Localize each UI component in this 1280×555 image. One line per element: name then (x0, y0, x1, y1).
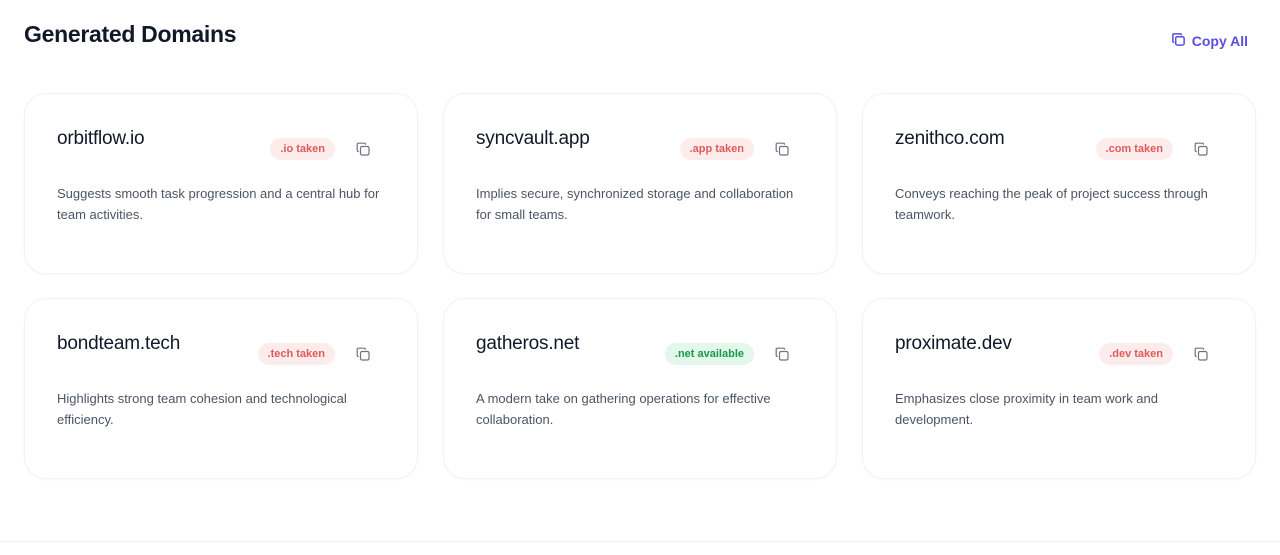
domain-description: A modern take on gathering operations fo… (476, 391, 771, 427)
domain-description: Conveys reaching the peak of project suc… (895, 186, 1208, 222)
domain-card: bondteam.tech .tech taken Highlights str… (24, 298, 418, 479)
copy-domain-button[interactable] (1193, 346, 1209, 362)
copy-icon (1171, 32, 1186, 50)
copy-all-button[interactable]: Copy All (1171, 32, 1248, 50)
domain-card: orbitflow.io .io taken Suggests smooth t… (24, 93, 418, 274)
domain-description: Emphasizes close proximity in team work … (895, 391, 1158, 427)
header: Generated Domains Copy All (24, 20, 1248, 60)
domain-name: orbitflow.io (57, 128, 145, 149)
domain-card: proximate.dev .dev taken Emphasizes clos… (862, 298, 1256, 479)
domain-name: proximate.dev (895, 333, 1012, 354)
copy-icon (1194, 142, 1208, 156)
status-badge: .app taken (679, 138, 754, 160)
status-badge: .tech taken (257, 343, 335, 365)
copy-icon (775, 142, 789, 156)
divider (0, 541, 1280, 542)
domain-card: gatheros.net .net available A modern tak… (443, 298, 837, 479)
domain-description: Implies secure, synchronized storage and… (476, 186, 794, 222)
domain-card: syncvault.app .app taken Implies secure,… (443, 93, 837, 274)
status-badge: .net available (664, 343, 754, 365)
domain-name: gatheros.net (476, 333, 580, 354)
domain-card: zenithco.com .com taken Conveys reaching… (862, 93, 1256, 274)
domain-description: Highlights strong team cohesion and tech… (57, 391, 347, 427)
page-title: Generated Domains (24, 21, 237, 47)
copy-icon (356, 347, 370, 361)
generated-domains-page: Generated Domains Copy All orbitflow.io … (0, 0, 1280, 555)
status-badge: .dev taken (1099, 343, 1173, 365)
copy-domain-button[interactable] (355, 346, 371, 362)
domain-grid: orbitflow.io .io taken Suggests smooth t… (24, 93, 1256, 479)
domain-name: bondteam.tech (57, 333, 181, 354)
copy-icon (775, 347, 789, 361)
domain-description: Suggests smooth task progression and a c… (57, 186, 380, 222)
copy-domain-button[interactable] (1193, 141, 1209, 157)
domain-name: syncvault.app (476, 128, 590, 149)
status-badge: .com taken (1095, 138, 1173, 160)
copy-domain-button[interactable] (774, 346, 790, 362)
copy-domain-button[interactable] (774, 141, 790, 157)
copy-icon (356, 142, 370, 156)
status-badge: .io taken (270, 138, 335, 160)
copy-icon (1194, 347, 1208, 361)
domain-name: zenithco.com (895, 128, 1005, 149)
copy-domain-button[interactable] (355, 141, 371, 157)
copy-all-label: Copy All (1191, 33, 1248, 49)
